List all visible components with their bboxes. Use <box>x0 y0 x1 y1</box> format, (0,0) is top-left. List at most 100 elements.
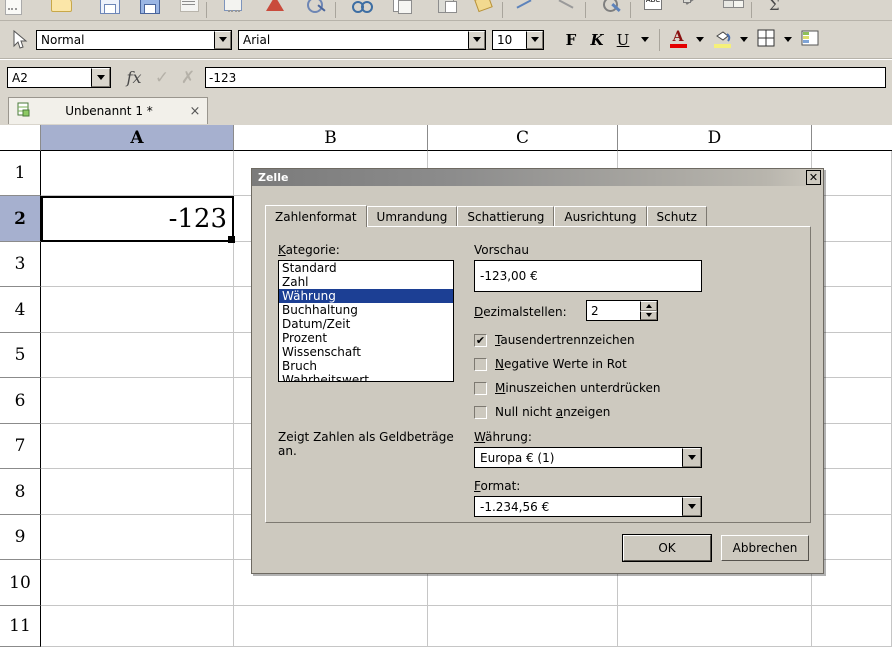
row-header-4[interactable]: 4 <box>0 287 41 333</box>
cell-e8[interactable] <box>812 469 892 515</box>
cell-a11[interactable] <box>41 606 234 647</box>
formula-input-line[interactable]: -123 <box>205 67 886 88</box>
column-header-a[interactable]: A <box>41 125 234 151</box>
autofilter-icon[interactable] <box>681 0 707 20</box>
cell-e4[interactable] <box>812 287 892 333</box>
cell-c11[interactable] <box>428 606 618 647</box>
chevron-down-icon[interactable] <box>641 37 649 42</box>
save-as-icon[interactable] <box>136 0 162 20</box>
dialog-title-bar[interactable]: Zelle ✕ <box>252 169 823 186</box>
paste-icon[interactable] <box>434 0 460 20</box>
cancel-button[interactable]: Abbrechen <box>721 535 809 561</box>
redo-icon[interactable] <box>555 0 581 20</box>
tab-ausrichtung[interactable]: Ausrichtung <box>554 206 647 227</box>
cell-e11[interactable] <box>812 606 892 647</box>
cell-a6[interactable] <box>41 378 234 424</box>
checkbox-row-negative-red[interactable]: Negative Werte in Rot <box>474 357 627 371</box>
cell-e7[interactable] <box>812 424 892 469</box>
fill-handle[interactable] <box>228 236 235 243</box>
highlight-color-button[interactable] <box>709 27 735 53</box>
pointer-icon[interactable] <box>6 27 32 53</box>
cut-icon[interactable] <box>348 0 374 20</box>
column-header-c[interactable]: C <box>428 125 618 151</box>
save-icon[interactable] <box>96 0 122 20</box>
font-name-combo[interactable]: Arial <box>238 29 486 50</box>
category-item-bruch[interactable]: Bruch <box>279 359 453 373</box>
row-header-7[interactable]: 7 <box>0 424 41 469</box>
name-box[interactable]: A2 <box>7 67 111 88</box>
currency-dropdown-button[interactable] <box>682 448 701 467</box>
decimals-spin-buttons[interactable] <box>640 301 657 320</box>
font-color-button[interactable]: A <box>665 27 691 53</box>
checkbox-row-thousands[interactable]: Tausendertrennzeichen <box>474 333 635 347</box>
cancel-icon[interactable]: ✗ <box>175 68 201 88</box>
spelling-icon[interactable]: ABC <box>641 0 667 20</box>
close-icon[interactable]: × <box>183 104 207 119</box>
row-header-3[interactable]: 3 <box>0 242 41 287</box>
category-item-zahl[interactable]: Zahl <box>279 275 453 289</box>
tab-schutz[interactable]: Schutz <box>646 206 707 227</box>
cell-e1[interactable] <box>812 151 892 196</box>
bold-button[interactable]: F <box>558 27 584 53</box>
open-folder-icon[interactable] <box>48 0 74 20</box>
cell-e10[interactable] <box>812 560 892 606</box>
export-icon[interactable] <box>176 0 202 20</box>
cell-a5[interactable] <box>41 333 234 378</box>
undo-icon[interactable] <box>513 0 539 20</box>
row-header-9[interactable]: 9 <box>0 515 41 560</box>
cell-a9[interactable] <box>41 515 234 560</box>
fx-icon[interactable]: fx <box>119 68 149 87</box>
row-header-1[interactable]: 1 <box>0 151 41 196</box>
select-all-corner[interactable] <box>0 125 41 151</box>
new-document-icon[interactable] <box>0 0 26 20</box>
tab-schattierung[interactable]: Schattierung <box>457 206 555 227</box>
decimals-spinner[interactable]: 2 <box>586 300 658 321</box>
spin-down-button[interactable] <box>640 310 657 320</box>
spin-up-button[interactable] <box>640 301 657 311</box>
print-preview-icon[interactable] <box>305 0 331 20</box>
copy-icon[interactable] <box>390 0 416 20</box>
category-item-waehrung[interactable]: Währung <box>279 289 453 303</box>
cell-a8[interactable] <box>41 469 234 515</box>
name-box-dropdown-button[interactable] <box>91 68 110 87</box>
paragraph-style-combo[interactable]: Normal <box>36 29 232 50</box>
cell-a10[interactable] <box>41 560 234 606</box>
row-header-8[interactable]: 8 <box>0 469 41 515</box>
ok-button[interactable]: OK <box>622 534 712 562</box>
check-icon[interactable]: ✓ <box>149 68 175 88</box>
font-size-dropdown-button[interactable] <box>526 30 543 49</box>
chevron-down-icon[interactable] <box>740 37 748 42</box>
checkbox-row-suppress-minus[interactable]: Minuszeichen unterdrücken <box>474 381 660 395</box>
cell-e9[interactable] <box>812 515 892 560</box>
conditional-format-button[interactable] <box>797 27 823 53</box>
font-size-combo[interactable]: 10 <box>492 29 544 50</box>
cell-a1[interactable] <box>41 151 234 196</box>
category-item-wahrheitswert[interactable]: Wahrheitswert <box>279 373 453 381</box>
document-tab[interactable]: Unbenannt 1 * × <box>8 97 208 124</box>
cell-a3[interactable] <box>41 242 234 287</box>
row-header-11[interactable]: 11 <box>0 606 41 647</box>
chevron-down-icon[interactable] <box>696 37 704 42</box>
category-item-buchhaltung[interactable]: Buchhaltung <box>279 303 453 317</box>
column-header-e[interactable] <box>812 125 892 151</box>
tab-zahlenformat[interactable]: Zahlenformat <box>265 205 367 227</box>
cell-e5[interactable] <box>812 333 892 378</box>
active-cell-cursor[interactable]: -123 <box>41 196 234 242</box>
font-name-dropdown-button[interactable] <box>468 30 485 49</box>
cell-e3[interactable] <box>812 242 892 287</box>
checkbox-thousands-separator[interactable] <box>474 333 487 347</box>
paragraph-style-dropdown-button[interactable] <box>214 30 231 49</box>
category-item-standard[interactable]: Standard <box>279 261 453 275</box>
cell-a7[interactable] <box>41 424 234 469</box>
find-replace-icon[interactable] <box>600 0 626 20</box>
sum-icon[interactable]: Σ <box>764 0 790 20</box>
sort-icon[interactable] <box>721 0 747 20</box>
row-header-6[interactable]: 6 <box>0 378 41 424</box>
export-pdf-icon[interactable] <box>263 0 289 20</box>
cell-e2[interactable] <box>812 196 892 242</box>
tab-umrandung[interactable]: Umrandung <box>366 206 458 227</box>
cell-d11[interactable] <box>618 606 812 647</box>
chevron-down-icon[interactable] <box>784 37 792 42</box>
format-dropdown[interactable]: -1.234,56 € <box>474 496 702 517</box>
category-item-wissenschaft[interactable]: Wissenschaft <box>279 345 453 359</box>
